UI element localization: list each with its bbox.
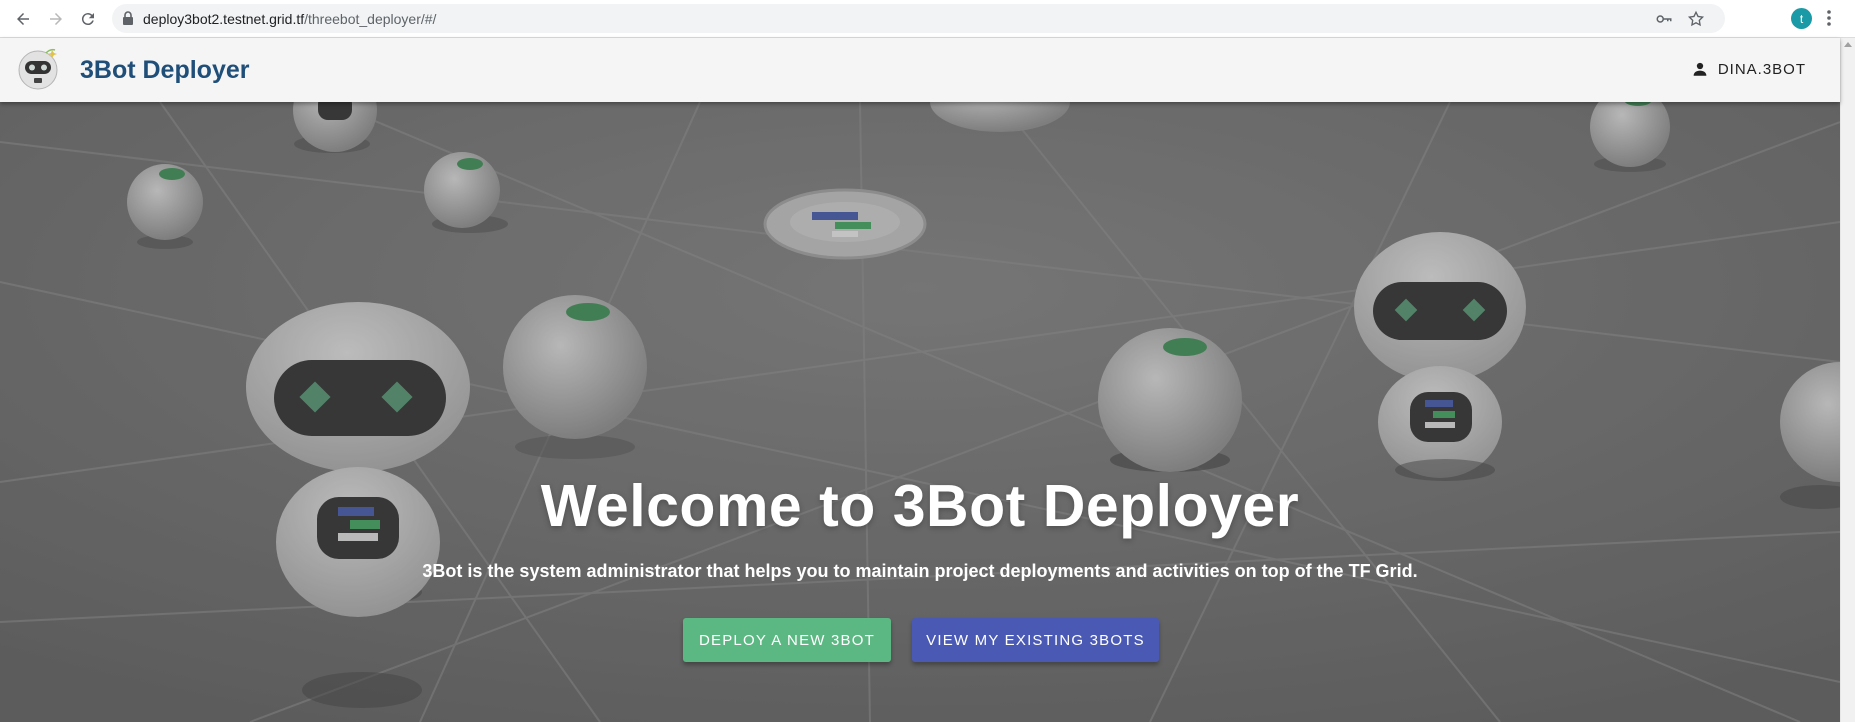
app-header: 3Bot Deployer DINA.3BOT [0,38,1840,102]
hero-subtitle: 3Bot is the system administrator that he… [422,561,1418,581]
deploy-new-3bot-button[interactable]: DEPLOY A NEW 3BOT [683,618,891,662]
robot-logo-icon[interactable] [16,46,62,92]
user-menu-button[interactable]: DINA.3BOT [1691,60,1806,78]
address-bar[interactable]: deploy3bot2.testnet.grid.tf/threebot_dep… [112,4,1725,33]
url-domain: deploy3bot2.testnet.grid.tf [143,11,305,27]
kebab-menu-icon[interactable] [1826,9,1832,32]
hero-section: Welcome to 3Bot Deployer 3Bot is the sys… [0,102,1840,722]
hero-title: Welcome to 3Bot Deployer [540,473,1300,539]
lock-icon[interactable] [122,11,134,30]
browser-toolbar: deploy3bot2.testnet.grid.tf/threebot_dep… [0,0,1855,38]
person-icon [1693,62,1707,76]
user-name: DINA.3BOT [1717,60,1806,78]
page-scrollbar[interactable] [1840,38,1855,722]
url-text[interactable]: deploy3bot2.testnet.grid.tf/threebot_dep… [143,11,436,27]
scroll-up-icon[interactable] [1844,42,1852,47]
app-title[interactable]: 3Bot Deployer [80,56,249,85]
back-arrow-icon[interactable] [12,8,34,30]
key-icon[interactable] [1655,10,1673,33]
star-icon[interactable] [1687,10,1705,33]
reload-icon[interactable] [77,8,99,30]
url-path: /threebot_deployer/#/ [304,11,437,27]
profile-avatar[interactable]: t [1791,8,1812,29]
forward-arrow-icon[interactable] [45,8,67,30]
view-existing-3bots-button[interactable]: VIEW MY EXISTING 3BOTS [912,618,1159,662]
profile-initial: t [1799,11,1804,26]
